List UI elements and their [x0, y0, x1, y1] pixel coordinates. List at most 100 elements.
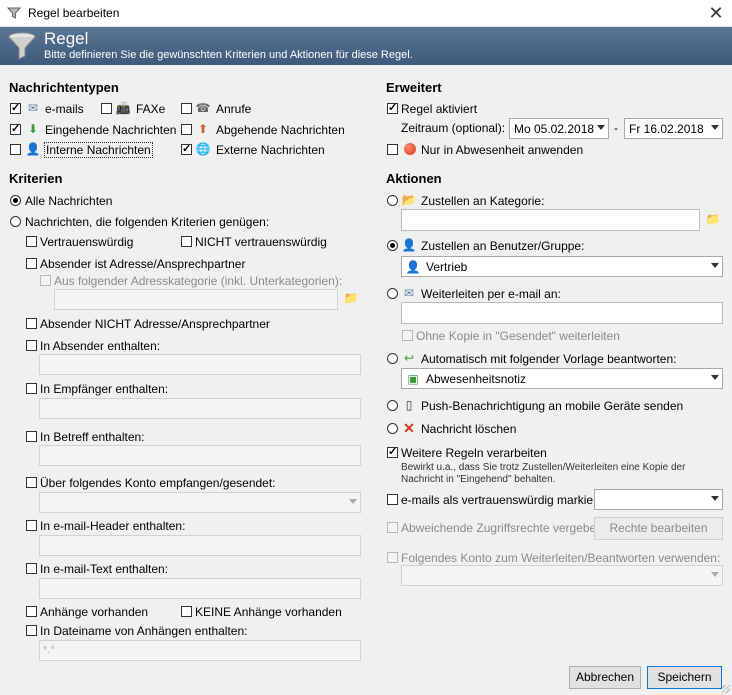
label-konto: Über folgendes Konto empfangen/gesendet: — [40, 476, 276, 490]
checkbox-nicht-vertrauenswuerdig[interactable] — [181, 236, 192, 247]
checkbox-abwesenheit[interactable] — [387, 144, 398, 155]
weitere-regeln-note: Bewirkt u.a., dass Sie trotz Zustellen/W… — [401, 462, 686, 485]
folder-icon[interactable]: 📁 — [343, 291, 359, 305]
label-folgende-kriterien: Nachrichten, die folgenden Kriterien gen… — [25, 215, 270, 229]
label-in-betreff: In Betreff enthalten: — [40, 430, 145, 444]
checkbox-zugriffsrechte[interactable] — [387, 522, 398, 533]
radio-loeschen[interactable] — [387, 423, 398, 434]
vertrauen-select[interactable] — [594, 489, 723, 510]
label-anrufe: Anrufe — [216, 102, 252, 116]
checkbox-header[interactable] — [26, 520, 37, 531]
delete-icon: ✕ — [403, 420, 415, 436]
checkbox-weitere-regeln[interactable] — [387, 445, 398, 458]
window-title: Regel bearbeiten — [28, 6, 120, 20]
label-regel-aktiviert: Regel aktiviert — [401, 102, 478, 116]
checkbox-absender-adresse[interactable] — [26, 258, 37, 269]
checkbox-vertrauenswuerdig[interactable] — [26, 236, 37, 247]
label-kategorie: Zustellen an Kategorie: — [421, 194, 545, 208]
date-to-select[interactable]: Fr 16.02.2018 — [624, 118, 723, 139]
checkbox-ohne-kopie[interactable] — [402, 330, 413, 341]
cancel-button[interactable]: Abbrechen — [569, 666, 641, 689]
resize-grip[interactable] — [722, 685, 730, 693]
label-weitere-regeln: Weitere Regeln verarbeiten — [401, 446, 547, 460]
label-loeschen: Nachricht löschen — [421, 422, 517, 436]
in-empfaenger-input[interactable] — [39, 398, 361, 419]
in-absender-input[interactable] — [39, 354, 361, 375]
dateiname-input[interactable]: *.* — [39, 640, 361, 661]
checkbox-anhaenge[interactable] — [26, 606, 37, 617]
checkbox-emails[interactable] — [10, 101, 21, 114]
checkbox-regel-aktiviert[interactable] — [387, 101, 398, 114]
benutzer-select[interactable]: 👤 Vertrieb — [401, 256, 723, 277]
in-betreff-input[interactable] — [39, 445, 361, 466]
rechte-bearbeiten-button[interactable]: Rechte bearbeiten — [594, 517, 723, 540]
section-erweitert: Erweitert — [386, 80, 442, 95]
checkbox-anrufe[interactable] — [181, 103, 192, 114]
label-anhaenge: Anhänge vorhanden — [40, 605, 149, 619]
checkbox-konto-weiter[interactable] — [387, 552, 398, 563]
label-intern: Interne Nachrichten — [44, 142, 153, 158]
text-input[interactable] — [39, 578, 361, 599]
checkbox-intern[interactable] — [10, 144, 21, 155]
checkbox-konto[interactable] — [26, 477, 37, 488]
label-faxe: FAXe — [136, 102, 166, 116]
label-text: In e-mail-Text enthalten: — [40, 562, 169, 576]
inbox-icon: ⬇ — [27, 122, 39, 136]
checkbox-in-betreff[interactable] — [26, 431, 37, 442]
label-abgehend: Abgehende Nachrichten — [216, 123, 345, 137]
konto-weiter-select[interactable] — [401, 565, 723, 586]
header-banner: Regel Bitte definieren Sie die gewünscht… — [0, 27, 732, 65]
label-extern: Externe Nachrichten — [216, 143, 325, 157]
checkbox-eingehend[interactable] — [10, 122, 21, 135]
funnel-icon — [6, 30, 38, 65]
user-icon: 👤 — [401, 238, 417, 252]
radio-alle-nachrichten[interactable] — [10, 195, 21, 206]
radio-benutzer[interactable] — [387, 240, 398, 251]
checkbox-absender-nicht[interactable] — [26, 318, 37, 329]
folder-browse-icon[interactable]: 📁 — [705, 212, 721, 226]
label-nicht-vertrauenswuerdig: NICHT vertrauenswürdig — [195, 235, 327, 249]
checkbox-adresskategorie[interactable] — [40, 275, 51, 286]
funnel-icon — [6, 6, 22, 23]
weiterleiten-input[interactable] — [401, 302, 723, 324]
vorlage-select[interactable]: ▣ Abwesenheitsnotiz — [401, 368, 723, 389]
label-zeitraum: Zeitraum (optional): — [401, 121, 506, 135]
dateiname-placeholder: *.* — [43, 644, 55, 656]
checkbox-in-absender[interactable] — [26, 340, 37, 351]
vorlage-value: Abwesenheitsnotiz — [426, 372, 527, 386]
checkbox-extern[interactable] — [181, 142, 192, 155]
label-emails: e-mails — [45, 102, 84, 116]
phone-icon: ☎ — [195, 101, 211, 115]
checkbox-text[interactable] — [26, 563, 37, 574]
header-input[interactable] — [39, 535, 361, 556]
radio-kategorie[interactable] — [387, 195, 398, 206]
adresskategorie-field[interactable] — [54, 289, 338, 310]
label-dateiname: In Dateiname von Anhängen enthalten: — [40, 624, 248, 638]
section-nachrichtentypen: Nachrichtentypen — [9, 80, 119, 95]
page-title: Regel — [44, 29, 89, 48]
konto-select[interactable] — [39, 492, 361, 513]
kategorie-input[interactable] — [401, 209, 700, 231]
save-button[interactable]: Speichern — [647, 666, 722, 689]
title-bar: Regel bearbeiten ✕ — [0, 0, 732, 27]
checkbox-keine-anhaenge[interactable] — [181, 606, 192, 617]
close-icon[interactable]: ✕ — [700, 0, 732, 26]
date-separator: - — [614, 121, 618, 135]
radio-folgende-kriterien[interactable] — [10, 216, 21, 227]
envelope-icon: ✉ — [27, 101, 39, 115]
checkbox-dateiname[interactable] — [26, 625, 37, 636]
date-from-select[interactable]: Mo 05.02.2018 — [509, 118, 609, 139]
label-vorlage: Automatisch mit folgender Vorlage beantw… — [421, 352, 677, 366]
checkbox-vertrauen-markieren[interactable] — [387, 494, 398, 505]
label-adresskategorie: Aus folgender Adresskategorie (inkl. Unt… — [54, 274, 343, 288]
label-in-absender: In Absender enthalten: — [40, 339, 161, 353]
radio-push[interactable] — [387, 400, 398, 411]
checkbox-in-empfaenger[interactable] — [26, 383, 37, 394]
checkbox-abgehend[interactable] — [181, 124, 192, 135]
checkbox-faxe[interactable] — [101, 103, 112, 114]
radio-weiterleiten[interactable] — [387, 288, 398, 299]
mobile-device-icon: ▯ — [405, 398, 413, 412]
radio-vorlage[interactable] — [387, 353, 398, 364]
outbox-icon: ⬆ — [197, 122, 209, 136]
user-icon: 👤 — [405, 260, 421, 274]
